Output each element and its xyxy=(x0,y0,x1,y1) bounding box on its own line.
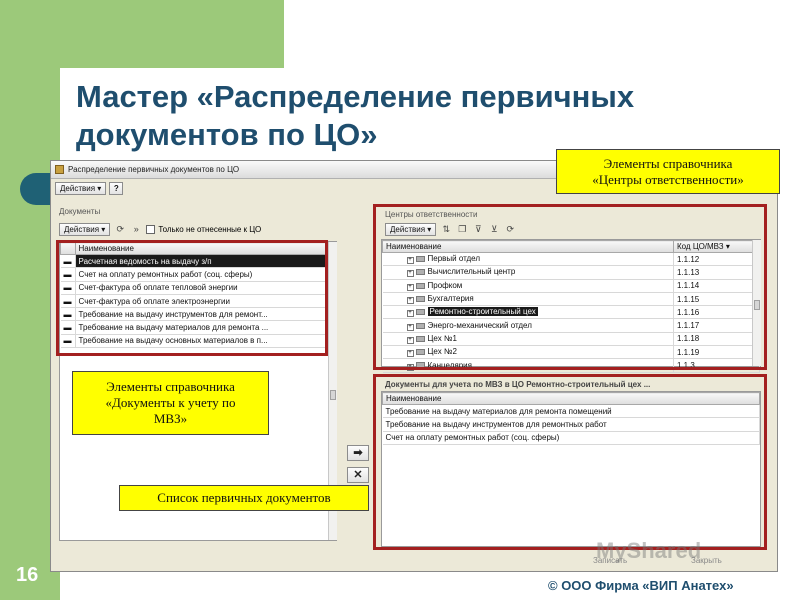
footer-copyright: © ООО Фирма «ВИП Анатех» xyxy=(548,578,734,593)
documents-toolbar: Действия ▾ ⟳ » Только не отнесенные к ЦО xyxy=(59,223,261,236)
callout-documents: Элементы справочника «Документы к учету … xyxy=(72,371,269,435)
window-actions-menu[interactable]: Действия ▾ xyxy=(55,181,107,195)
documents-scroll-thumb[interactable] xyxy=(330,390,336,400)
more-icon[interactable]: » xyxy=(130,224,142,235)
slide-title-line1: Мастер «Распределение первичных xyxy=(76,79,635,114)
callout-docs-line2: «Документы к учету по xyxy=(105,395,236,410)
remove-button[interactable]: ✕ xyxy=(347,467,369,483)
frame-accounted xyxy=(373,374,767,550)
callout-docs-line1: Элементы справочника xyxy=(106,379,235,394)
callout-centers-line1: Элементы справочника xyxy=(603,155,733,171)
documents-actions-label: Действия xyxy=(64,225,100,234)
window-app-icon xyxy=(55,165,64,174)
callout-docs-line3: МВЗ» xyxy=(153,411,188,426)
checkbox-box[interactable] xyxy=(146,225,156,234)
frame-documents-elements xyxy=(56,240,328,356)
window-title: Распределение первичных документов по ЦО xyxy=(68,165,240,174)
refresh-icon[interactable]: ⟳ xyxy=(114,224,126,235)
documents-group-label: Документы xyxy=(59,207,101,216)
window-actions-label: Действия xyxy=(60,183,96,193)
only-unassigned-checkbox[interactable]: Только не отнесенные к ЦО xyxy=(146,225,261,234)
frame-centers xyxy=(373,204,767,370)
slide-number: 16 xyxy=(16,564,39,586)
callout-list-text: Список первичных документов xyxy=(157,490,331,505)
slide-title: Мастер «Распределение первичных документ… xyxy=(76,78,756,154)
only-unassigned-label: Только не отнесенные к ЦО xyxy=(158,225,262,234)
callout-list: Список первичных документов xyxy=(119,485,369,511)
documents-actions-menu[interactable]: Действия ▾ xyxy=(59,223,111,236)
watermark: MyShared xyxy=(596,538,702,563)
help-button[interactable]: ? xyxy=(109,181,124,195)
callout-centers: Элементы справочника «Центры ответственн… xyxy=(556,149,780,194)
callout-centers-line2: «Центры ответственности» xyxy=(592,171,744,187)
move-right-button[interactable]: ➡ xyxy=(347,445,369,461)
